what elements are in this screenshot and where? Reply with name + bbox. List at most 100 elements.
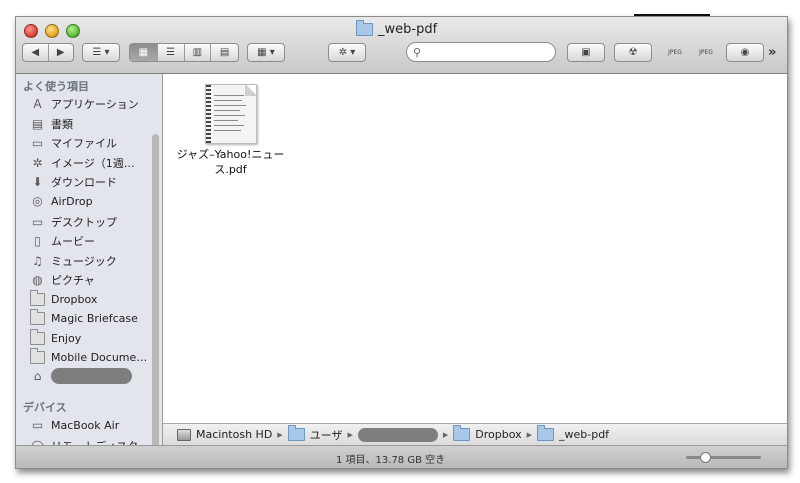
burn-icon: ☢ [628,47,638,58]
files-icon: ▭ [31,136,44,151]
arrange-icon: ▦ ▾ [257,47,275,58]
sidebar-item-label: マイファイル [51,137,117,151]
file-name-line-2: ス.pdf [214,163,247,176]
gear-icon: ✲ ▾ [338,47,356,58]
sidebar-item-enjoy[interactable]: Enjoy [30,328,81,345]
back-button[interactable]: ◀ [23,44,49,61]
new-folder-icon: ▣ [581,47,591,58]
jpeg-app-button-2[interactable]: JPEG [696,43,716,62]
toolbar-overflow-button[interactable]: » [768,45,776,60]
list-menu-icon: ☰ ▾ [92,47,110,58]
search-input[interactable] [421,45,546,59]
home-icon: ⌂ [33,369,42,383]
status-text: 1 項目、13.78 GB 空き [336,455,446,466]
sidebar-item-label: ダウンロード [51,176,117,190]
sidebar-item-applications[interactable]: A アプリケーション [30,96,139,112]
sidebar-item-macbook-air[interactable]: ▭ MacBook Air [30,418,119,432]
laptop-icon: ▭ [31,418,44,432]
sidebar-item-label: MacBook Air [51,418,120,432]
jpeg-app-button-1[interactable]: JPEG [665,43,685,62]
folder-icon [30,328,45,345]
sidebar-item-airdrop[interactable]: ◎ AirDrop [30,194,93,208]
folder-icon [287,425,305,441]
sidebar-scrollbar[interactable] [152,134,159,445]
sidebar-item-label: ピクチャ [51,274,95,288]
close-button[interactable] [24,24,38,38]
sidebar-item-my-files[interactable]: ▭ マイファイル [30,135,117,151]
sidebar-item-music[interactable]: ♫ ミュージック [30,253,117,269]
column-view-icon: ▥ [192,47,203,58]
new-folder-button[interactable]: ▣ [567,43,605,62]
sidebar-item-label: デスクトップ [51,215,117,229]
search-field[interactable]: ⚲ [406,42,556,62]
redacted-user-folder[interactable] [357,427,438,442]
coverflow-view-button[interactable]: ▤ [211,44,238,61]
path-item-users[interactable]: ユーザ [310,427,343,443]
folder-icon [453,425,471,441]
path-item-web-pdf[interactable]: _web-pdf [559,428,609,441]
icon-view-icon: ▦ [138,47,149,58]
sidebar-item-label: AirDrop [51,194,93,208]
back-arrow-icon: ◀ [31,47,40,58]
sidebar-item-mobile-documents[interactable]: Mobile Docume… [30,348,148,365]
sidebar-item-home[interactable]: ⌂ [30,368,132,384]
arrange-button[interactable]: ▦ ▾ [247,43,285,62]
sidebar-item-label: Dropbox [51,292,98,306]
burn-button[interactable]: ☢ [614,43,652,62]
sidebar-item-desktop[interactable]: ▭ デスクトップ [30,214,117,230]
sidebar-item-remote-disc[interactable]: ◯リモートディスク [30,438,138,445]
action-button[interactable]: ✲ ▾ [328,43,366,62]
movie-icon: ▯ [34,234,41,249]
gear-icon: ✲ [32,155,43,170]
file-name-line-1: ジャズ–Yahoo!ニュー [176,148,285,161]
status-bar: 1 項目、13.78 GB 空き [16,445,787,468]
forward-arrow-icon: ▶ [56,47,65,58]
sidebar-item-label: Magic Briefcase [51,312,138,326]
sidebar-item-magic-briefcase[interactable]: Magic Briefcase [30,309,138,326]
list-menu-button[interactable]: ☰ ▾ [82,43,120,62]
jpeg-icon: JPEG [668,49,682,56]
icon-view-button[interactable]: ▦ [130,44,158,61]
minimize-button[interactable] [45,24,59,38]
column-view-button[interactable]: ▥ [185,44,212,61]
icon-size-slider[interactable] [686,452,761,463]
music-icon: ♫ [32,253,43,268]
path-item-macintosh-hd[interactable]: Macintosh HD [196,428,272,441]
list-view-icon: ☰ [166,47,176,58]
window-controls [24,24,80,38]
back-forward-control: ◀ ▶ [22,43,74,62]
apps-icon: A [33,97,42,111]
eye-icon: ◉ [740,47,750,58]
slider-knob[interactable] [699,452,711,463]
sidebar: よく使う項目 A アプリケーション ▤ 書類 ▭ マイファイル ✲ イメージ（1週… ⬇ ダウンロ… [16,74,163,445]
sidebar-item-images[interactable]: ✲ イメージ（1週… [30,155,134,171]
search-icon: ⚲ [413,45,422,59]
coverflow-icon: ▤ [219,47,230,58]
title-bar: _web-pdf ◀ ▶ ☰ ▾ ▦ ☰ ▥ ▤ ▦ ▾ ✲ ▾ ⚲ ▣ ☢ J… [16,17,787,74]
sidebar-item-label: ムービー [51,235,95,249]
list-view-button[interactable]: ☰ [158,44,185,61]
quick-look-button[interactable]: ◉ [726,43,764,62]
zoom-button[interactable] [66,24,80,38]
folder-icon [356,20,373,36]
sidebar-item-movies[interactable]: ▯ ムービー [30,233,95,249]
folder-icon [30,309,45,326]
sidebar-item-pictures[interactable]: ◍ ピクチャ [30,272,95,288]
sidebar-item-label: 書類 [51,117,73,131]
path-bar: Macintosh HD ▶ ユーザ ▶ ▶ Dropbox ▶ _web-pd… [163,423,787,445]
folder-icon [537,425,554,441]
sidebar-item-dropbox[interactable]: Dropbox [30,289,98,306]
file-name: ジャズ–Yahoo!ニュー ス.pdf [173,147,288,177]
sidebar-item-downloads[interactable]: ⬇ ダウンロード [30,174,117,190]
sidebar-item-label: ミュージック [51,254,117,268]
airdrop-icon: ◎ [32,194,43,208]
finder-window: _web-pdf ◀ ▶ ☰ ▾ ▦ ☰ ▥ ▤ ▦ ▾ ✲ ▾ ⚲ ▣ ☢ J… [15,16,788,469]
desktop-icon: ▭ [31,214,44,229]
forward-button[interactable]: ▶ [49,44,74,61]
sidebar-item-label: Mobile Docume… [51,351,148,365]
path-item-dropbox[interactable]: Dropbox [475,428,521,441]
favorites-header: よく使う項目 [23,80,89,93]
folder-icon [30,289,45,306]
sidebar-item-documents[interactable]: ▤ 書類 [30,116,73,132]
sidebar-item-label: アプリケーション [51,98,139,111]
